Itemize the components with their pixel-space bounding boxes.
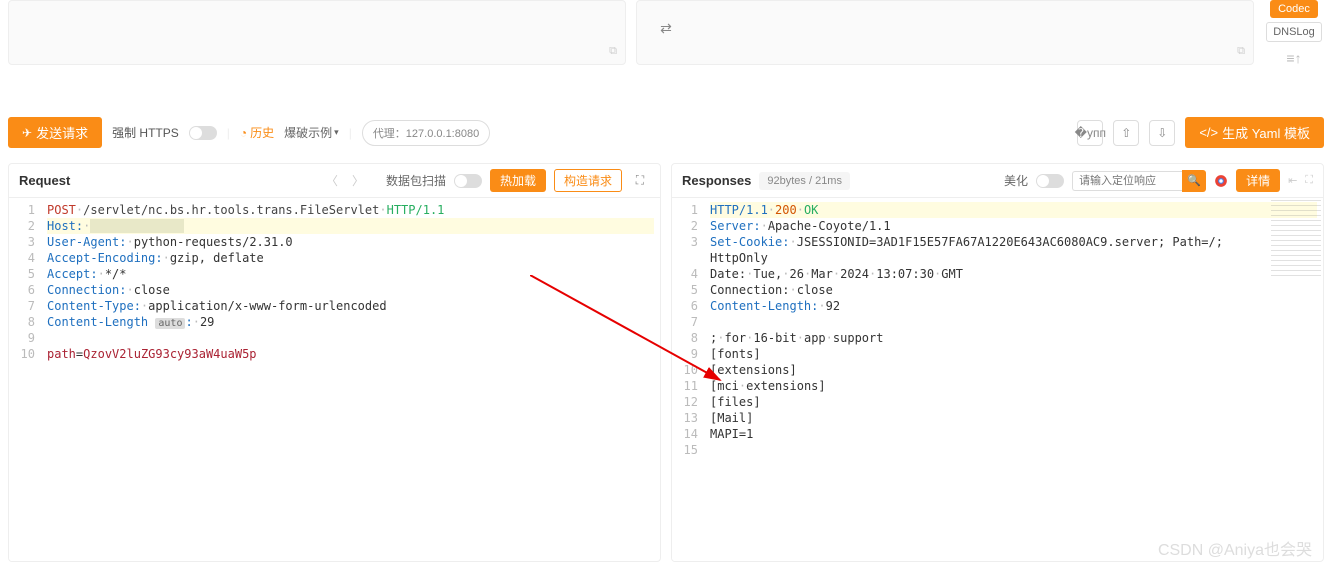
response-search-input[interactable] — [1072, 171, 1182, 191]
prev-arrow[interactable]: 〈 — [326, 172, 338, 189]
code-icon: </> — [1199, 125, 1218, 140]
force-https-toggle[interactable] — [189, 126, 217, 140]
import-button[interactable]: ⇩ — [1149, 120, 1175, 146]
chrome-icon[interactable] — [1214, 174, 1228, 188]
history-link[interactable]: 历史 — [240, 124, 274, 141]
scan-label: 数据包扫描 — [386, 172, 446, 189]
copy-icon[interactable]: ⧉ — [609, 45, 617, 58]
beautify-label: 美化 — [1004, 172, 1028, 189]
expand-icon[interactable]: ⛶ — [1305, 174, 1313, 187]
scan-toggle[interactable] — [454, 174, 482, 188]
send-request-button[interactable]: 发送请求 — [8, 117, 102, 148]
gen-yaml-button[interactable]: </> 生成 Yaml 模板 — [1185, 117, 1324, 148]
force-https-label: 强制 HTTPS — [112, 124, 179, 141]
expand-icon[interactable]: ⛶ — [630, 168, 650, 194]
response-code[interactable]: 123456789101112131415 HTTP/1.1·200·OKSer… — [672, 198, 1323, 561]
export-button[interactable]: ⇧ — [1113, 120, 1139, 146]
swap-icon[interactable]: ⇄ — [660, 20, 672, 37]
request-title: Request — [19, 173, 70, 188]
share-button[interactable]: �упп — [1077, 120, 1103, 146]
collapse-icon[interactable]: ⇤ — [1288, 174, 1297, 187]
codec-button[interactable]: Codec — [1270, 0, 1318, 18]
copy-icon[interactable]: ⧉ — [1237, 45, 1245, 58]
sort-icon[interactable]: ≡↑ — [1286, 50, 1301, 66]
request-code[interactable]: 12345678910 POST·/servlet/nc.bs.hr.tools… — [9, 198, 660, 561]
response-stats: 92bytes / 21ms — [759, 172, 850, 190]
clock-icon — [240, 126, 247, 140]
next-arrow[interactable]: 〉 — [352, 172, 364, 189]
hotload-button[interactable]: 热加载 — [490, 169, 546, 192]
beautify-toggle[interactable] — [1036, 174, 1064, 188]
dnslog-button[interactable]: DNSLog — [1266, 22, 1322, 42]
fuzz-example-link[interactable]: 爆破示例 ▾ — [284, 124, 339, 141]
response-raw-box[interactable]: ⧉ — [636, 0, 1254, 65]
request-panel: Request 〈 〉 数据包扫描 热加载 构造请求 ⛶ 12345678910… — [8, 163, 661, 562]
build-request-button[interactable]: 构造请求 — [554, 169, 622, 192]
search-button[interactable]: 🔍 — [1182, 170, 1206, 192]
search-icon: 🔍 — [1187, 174, 1201, 187]
request-raw-box[interactable]: ⧉ — [8, 0, 626, 65]
proxy-input[interactable]: 代理：127.0.0.1:8080 — [362, 120, 490, 146]
send-icon — [22, 125, 32, 140]
detail-button[interactable]: 详情 — [1236, 169, 1280, 192]
response-title: Responses — [682, 173, 751, 188]
response-panel: Responses 92bytes / 21ms 美化 🔍 详情 ⇤ ⛶ 123… — [671, 163, 1324, 562]
